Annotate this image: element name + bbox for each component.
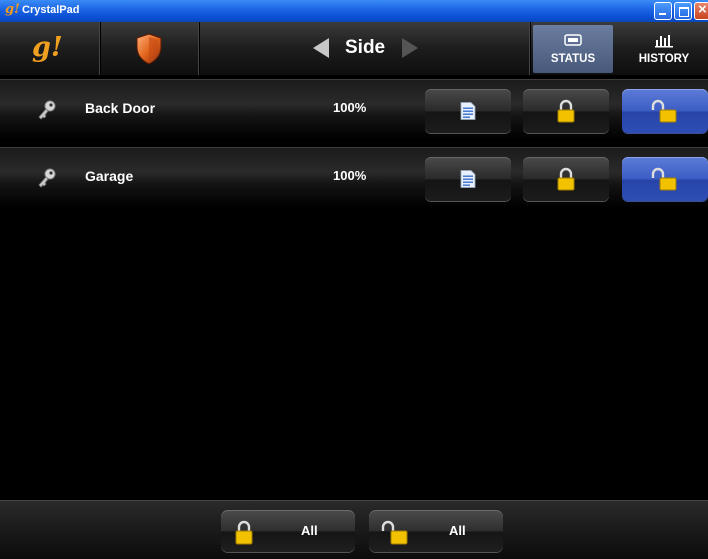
battery-level: 100% bbox=[333, 168, 367, 183]
document-icon bbox=[460, 170, 476, 188]
padlock-open-icon bbox=[651, 167, 677, 191]
tab-history-label: HISTORY bbox=[638, 53, 690, 65]
padlock-open-icon bbox=[381, 520, 408, 545]
window-titlebar[interactable]: g! CrystalPad bbox=[0, 0, 708, 22]
lock-log-button[interactable] bbox=[425, 89, 511, 133]
next-zone-button[interactable] bbox=[402, 38, 418, 58]
security-button[interactable] bbox=[101, 22, 200, 75]
key-icon bbox=[38, 168, 56, 188]
minimize-button[interactable] bbox=[654, 2, 672, 20]
lock-name: Back Door bbox=[85, 100, 156, 116]
previous-zone-button[interactable] bbox=[313, 38, 329, 58]
status-icon bbox=[564, 34, 582, 46]
lock-button[interactable] bbox=[523, 89, 609, 133]
app-icon: g! bbox=[5, 2, 20, 17]
close-button[interactable] bbox=[694, 1, 708, 20]
lock-name: Garage bbox=[85, 168, 134, 184]
lock-all-button[interactable]: All bbox=[221, 510, 355, 552]
history-chart-icon bbox=[655, 35, 673, 48]
tab-status[interactable]: STATUS bbox=[533, 25, 613, 73]
unlock-all-button[interactable]: All bbox=[369, 510, 503, 552]
key-icon bbox=[38, 100, 56, 120]
lock-row: Garage 100% bbox=[0, 147, 708, 208]
maximize-button[interactable] bbox=[674, 2, 692, 20]
padlock-closed-icon bbox=[557, 167, 575, 191]
tab-history[interactable]: HISTORY bbox=[620, 25, 708, 73]
zone-name: Side bbox=[345, 37, 386, 58]
lock-all-label: All bbox=[301, 523, 318, 538]
window-title: CrystalPad bbox=[22, 4, 80, 16]
battery-level: 100% bbox=[333, 100, 367, 115]
lock-button[interactable] bbox=[523, 157, 609, 201]
unlock-button[interactable] bbox=[622, 157, 708, 201]
lock-log-button[interactable] bbox=[425, 157, 511, 201]
unlock-button[interactable] bbox=[622, 89, 708, 133]
footer-toolbar: All All bbox=[0, 500, 708, 559]
logo: g! bbox=[32, 32, 63, 63]
padlock-open-icon bbox=[651, 99, 677, 123]
unlock-all-label: All bbox=[449, 523, 466, 538]
top-navigation-bar: g! Side STATUS HISTORY bbox=[0, 22, 708, 76]
logo-button[interactable]: g! bbox=[0, 22, 101, 75]
lock-row: Back Door 100% bbox=[0, 79, 708, 140]
shield-icon bbox=[136, 33, 162, 65]
zone-selector: Side bbox=[200, 22, 531, 75]
tab-status-label: STATUS bbox=[550, 53, 596, 65]
padlock-closed-icon bbox=[235, 520, 253, 545]
padlock-closed-icon bbox=[557, 99, 575, 123]
document-icon bbox=[460, 102, 476, 120]
